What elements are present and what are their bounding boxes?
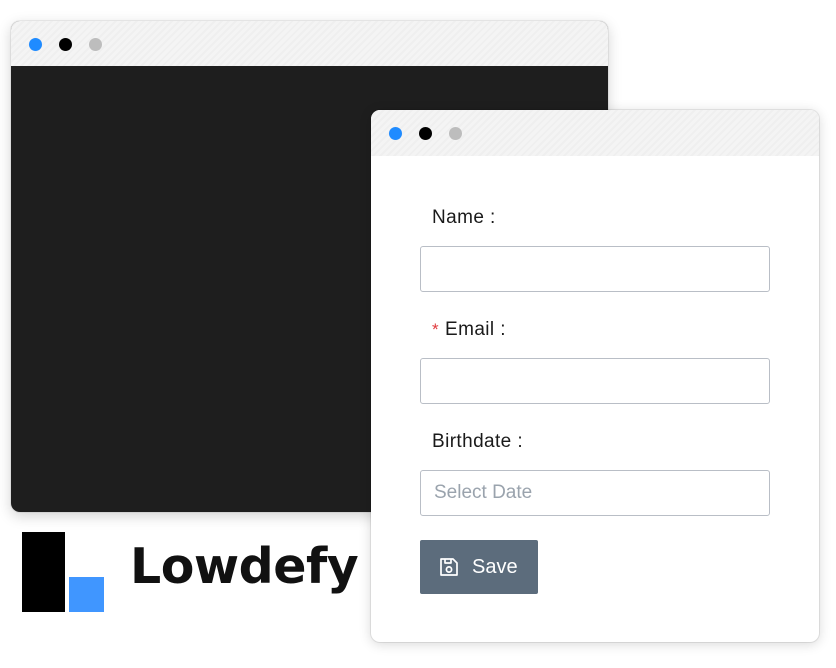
required-mark: * [432, 320, 440, 339]
window-dot-black [419, 127, 432, 140]
window-dot-gray [449, 127, 462, 140]
form-window: Name : * Email : Birthdate : Save [371, 110, 819, 642]
form-window-titlebar [371, 110, 819, 156]
window-dot-blue [29, 38, 42, 51]
window-dot-black [59, 38, 72, 51]
name-label: Name : [432, 207, 496, 228]
logo-wordmark: Lowdefy [130, 538, 359, 595]
email-label-row: * Email : [432, 319, 506, 341]
name-input[interactable] [420, 246, 770, 292]
save-icon [438, 556, 460, 578]
save-button-label: Save [472, 555, 518, 578]
back-window-titlebar [11, 21, 608, 66]
birthdate-label: Birthdate : [432, 431, 524, 452]
lowdefy-logo: Lowdefy [22, 532, 359, 614]
email-label: Email : [445, 319, 506, 340]
email-input[interactable] [420, 358, 770, 404]
logo-mark-black [22, 532, 65, 612]
window-dot-blue [389, 127, 402, 140]
window-dot-gray [89, 38, 102, 51]
save-button[interactable]: Save [420, 540, 538, 594]
birthdate-date-picker[interactable] [420, 470, 770, 516]
stage: Lowdefy Name : * Email : Birthdate : Sel… [0, 0, 836, 668]
logo-mark-blue [69, 577, 104, 612]
